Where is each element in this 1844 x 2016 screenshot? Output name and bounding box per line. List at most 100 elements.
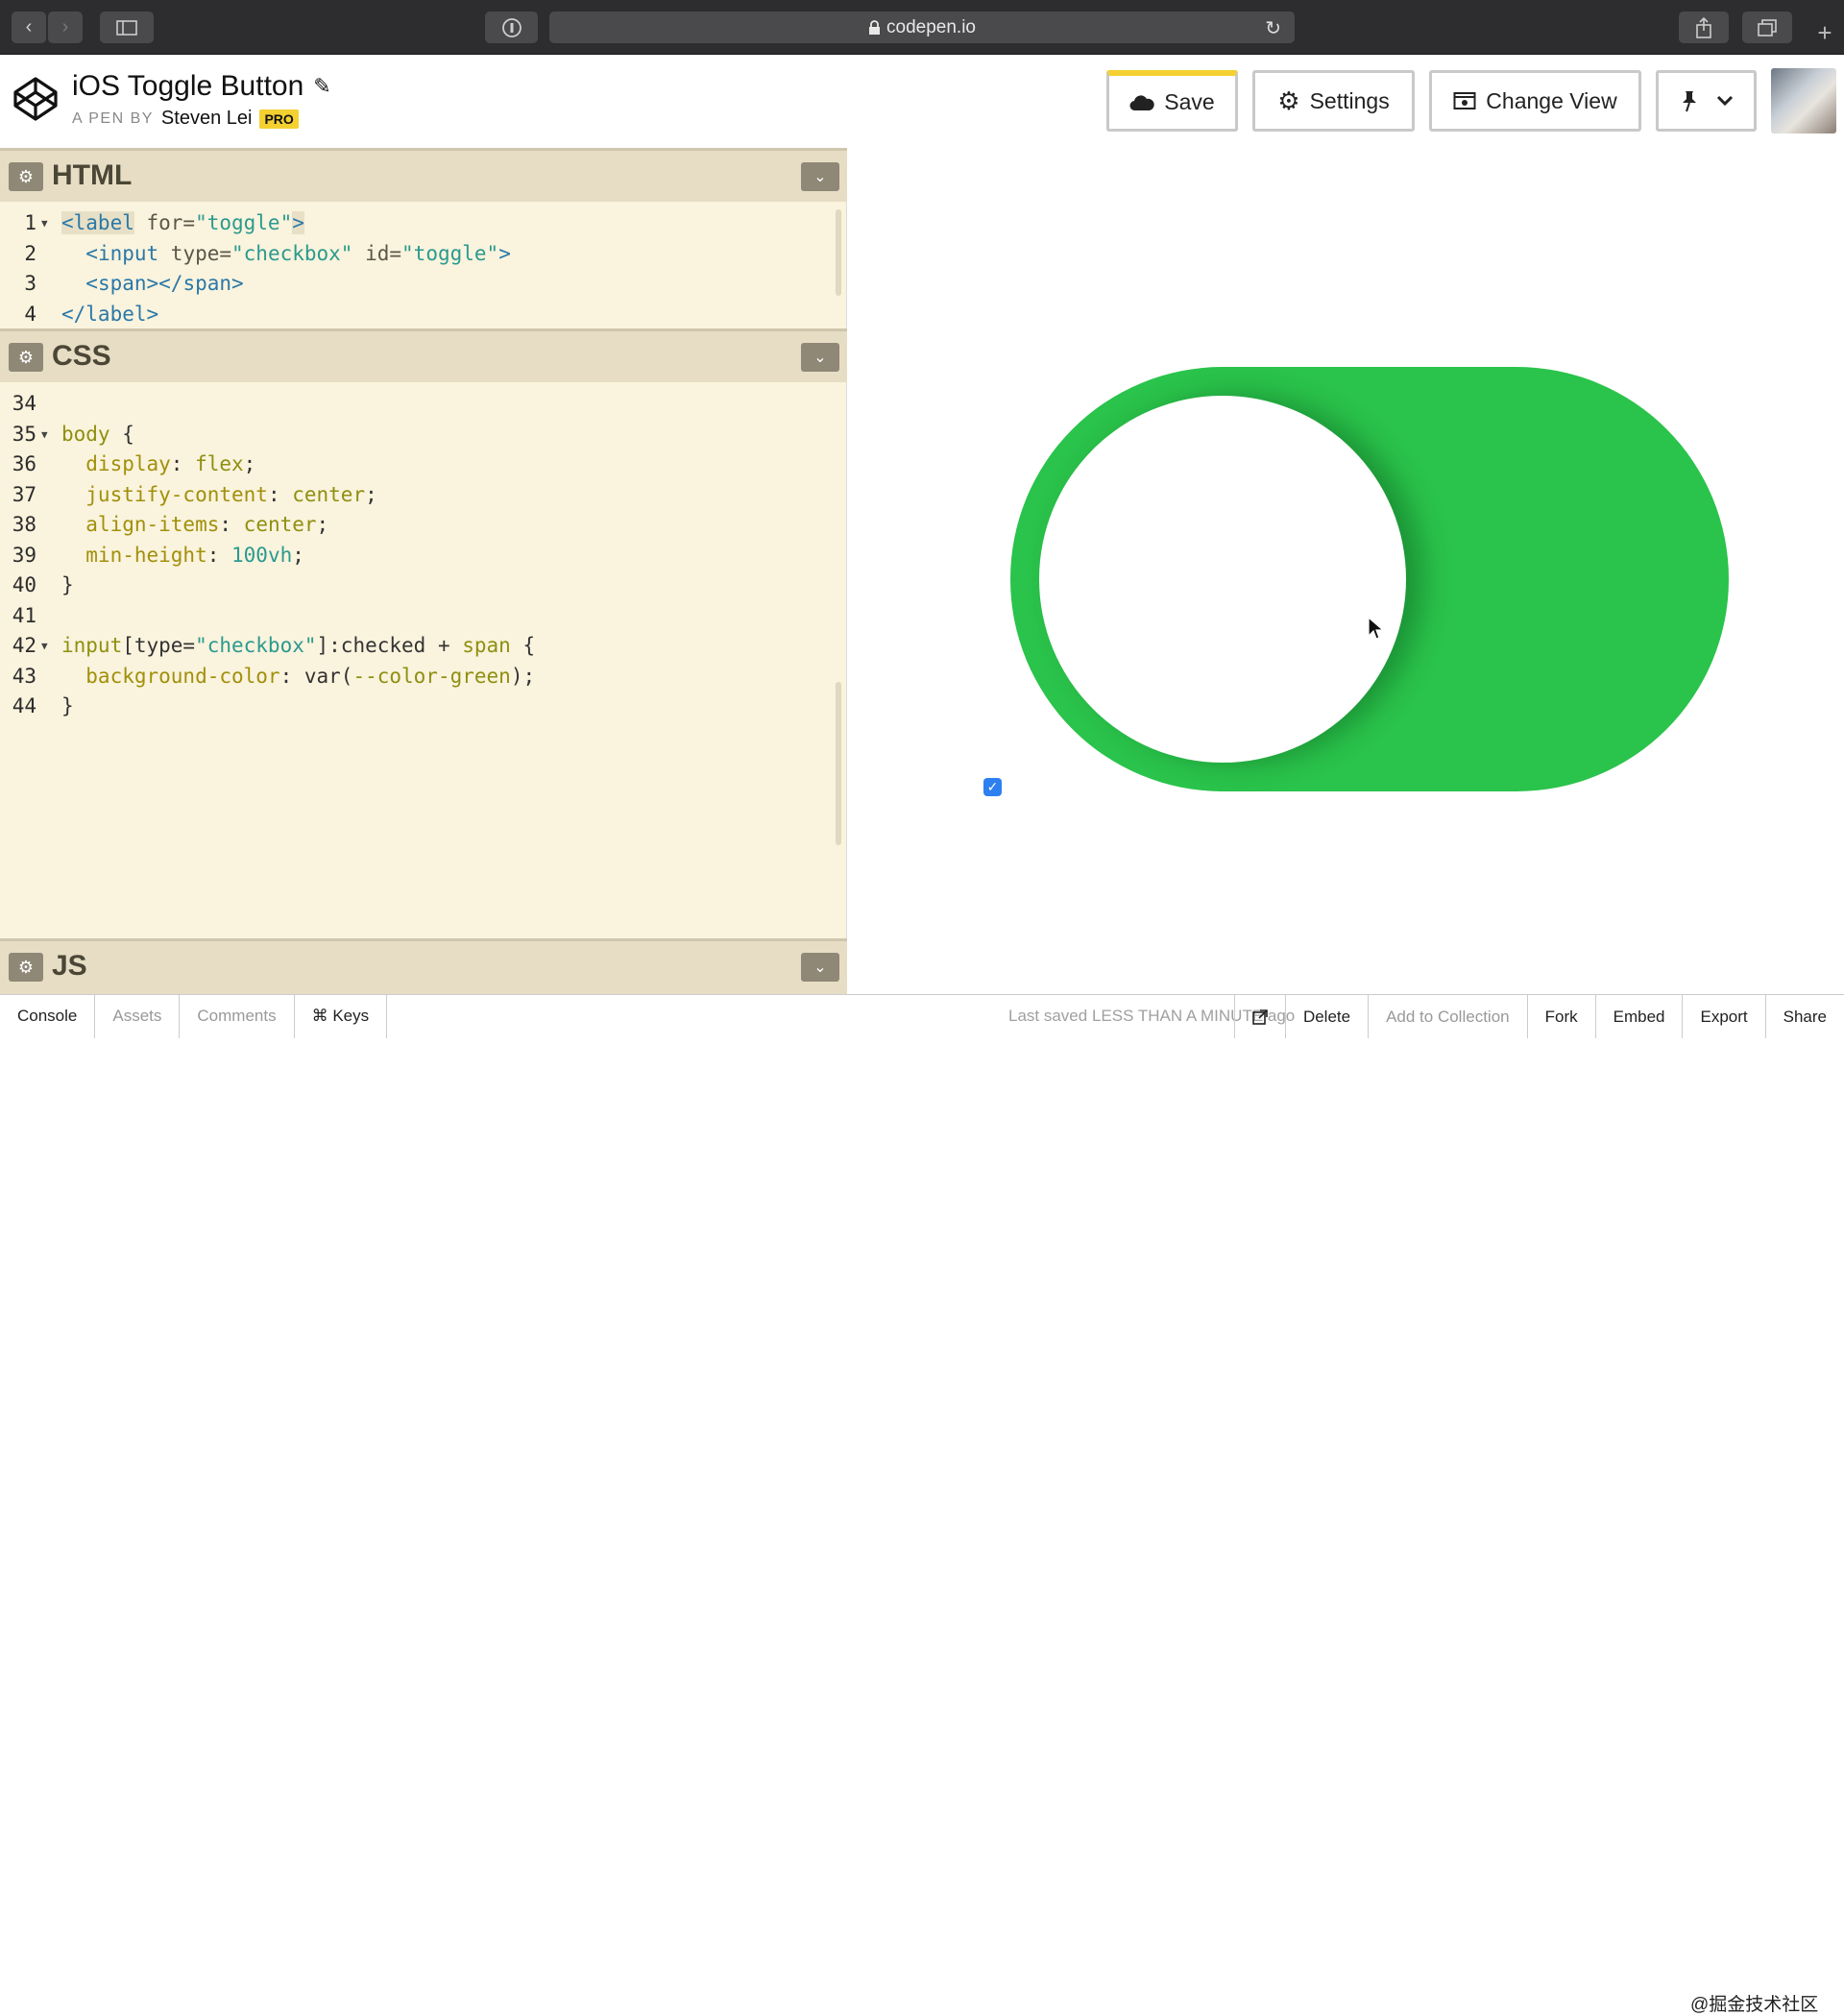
line-number: 1	[24, 211, 36, 234]
editor-panel: ⚙ HTML ⌄ 1 ▼ <label for="toggle"> 2 <input …	[0, 148, 847, 994]
export-button[interactable]: Export	[1682, 995, 1764, 1038]
line-number: 3	[24, 272, 36, 295]
share-button[interactable]: Share	[1764, 995, 1844, 1038]
css-code-line[interactable]: 37 justify-content: center;	[0, 480, 847, 511]
line-number: 41	[12, 603, 36, 627]
author-link[interactable]: Steven Lei	[161, 108, 253, 130]
change-view-label: Change View	[1486, 87, 1617, 113]
console-button[interactable]: Console	[0, 994, 96, 1038]
css-code-line[interactable]: 42 ▼ input[type="checkbox"]:checked + span…	[0, 631, 847, 662]
line-number: 44	[12, 694, 36, 717]
pro-badge: PRO	[259, 109, 299, 129]
forward-button[interactable]: ›	[48, 12, 83, 43]
toggle-knob[interactable]	[1039, 396, 1406, 763]
css-editor-title: CSS	[52, 340, 111, 372]
tabs-overview-button[interactable]	[1742, 12, 1792, 43]
line-number: 36	[12, 452, 36, 475]
line-number: 2	[24, 241, 36, 265]
address-bar[interactable]: codepen.io ↻	[549, 12, 1295, 43]
line-number: 39	[12, 543, 36, 567]
html-code-line[interactable]: 1 ▼ <label for="toggle">	[0, 208, 847, 239]
watermark-text: @掘金技术社区	[1690, 1995, 1819, 2015]
pen-title: iOS Toggle Button ✎	[72, 70, 331, 103]
html-code-line[interactable]: 2 <input type="checkbox" id="toggle">	[0, 239, 847, 270]
gear-icon: ⚙	[1277, 85, 1300, 115]
fold-arrow-icon[interactable]: ▼	[41, 208, 48, 239]
reload-icon[interactable]: ↻	[1265, 16, 1281, 40]
footer-bar: Console Assets Comments ⌘ Keys Last save…	[0, 994, 1844, 2015]
css-code-line[interactable]: 35 ▼ body {	[0, 420, 847, 450]
html-code-line[interactable]: 4 </label>	[0, 300, 847, 330]
view-icon	[1453, 92, 1476, 109]
delete-button[interactable]: Delete	[1284, 995, 1368, 1038]
css-code-line[interactable]: 40}	[0, 571, 847, 601]
js-settings-gear-icon[interactable]: ⚙	[9, 953, 43, 982]
toggle-checkbox[interactable]: ✓	[983, 778, 1002, 796]
settings-button[interactable]: ⚙ Settings	[1252, 70, 1415, 132]
css-code-line[interactable]: 41	[0, 601, 847, 632]
password-manager-button[interactable]	[485, 12, 538, 43]
footer-actions: Delete Add to Collection Fork Embed Expo…	[1233, 995, 1844, 1038]
pin-menu-button[interactable]	[1656, 70, 1757, 132]
open-external-button[interactable]	[1233, 995, 1285, 1038]
js-collapse-chevron-icon[interactable]: ⌄	[801, 953, 839, 982]
assets-button[interactable]: Assets	[95, 994, 181, 1038]
pen-header: iOS Toggle Button ✎ A PEN BY Steven Lei …	[0, 55, 1844, 148]
code-text: align-items: center;	[61, 513, 329, 536]
css-code-line[interactable]: 44}	[0, 692, 847, 722]
css-editor-header: ⚙ CSS ⌄	[0, 328, 847, 382]
fork-button[interactable]: Fork	[1526, 995, 1595, 1038]
pin-icon	[1682, 91, 1696, 112]
settings-label: Settings	[1309, 87, 1390, 113]
html-scrollbar[interactable]	[836, 209, 841, 296]
html-code-line[interactable]: 3 <span></span>	[0, 269, 847, 300]
css-code-line[interactable]: 39 min-height: 100vh;	[0, 541, 847, 571]
css-code-line[interactable]: 36 display: flex;	[0, 449, 847, 480]
code-text: justify-content: center;	[61, 482, 377, 506]
codepen-logo-icon[interactable]	[12, 76, 59, 122]
fold-arrow-icon[interactable]: ▼	[41, 420, 48, 450]
css-collapse-chevron-icon[interactable]: ⌄	[801, 343, 839, 372]
html-code-area[interactable]: 1 ▼ <label for="toggle"> 2 <input type="che…	[0, 208, 847, 326]
share-browser-button[interactable]	[1679, 12, 1729, 43]
preview-pane: ✓	[868, 148, 1844, 994]
new-tab-button[interactable]: +	[1813, 20, 1836, 45]
html-editor-title: HTML	[52, 159, 133, 191]
keys-button[interactable]: ⌘ Keys	[295, 994, 388, 1038]
css-code-line[interactable]: 43 background-color: var(--color-green);	[0, 662, 847, 692]
pen-title-text: iOS Toggle Button	[72, 70, 304, 102]
line-number: 43	[12, 664, 36, 688]
html-collapse-chevron-icon[interactable]: ⌄	[801, 162, 839, 191]
lock-icon	[869, 19, 881, 35]
back-button[interactable]: ‹	[12, 12, 46, 43]
code-text: }	[61, 573, 74, 596]
user-avatar[interactable]	[1771, 68, 1836, 134]
line-number: 40	[12, 573, 36, 596]
line-number: 38	[12, 513, 36, 536]
code-text: <label for="toggle">	[61, 211, 304, 234]
mouse-cursor-icon	[1368, 617, 1385, 640]
css-code-line[interactable]: 34	[0, 389, 847, 420]
code-text: <span></span>	[85, 272, 244, 295]
save-button[interactable]: Save	[1106, 70, 1238, 132]
pen-by-label: A PEN BY	[72, 109, 154, 127]
embed-button[interactable]: Embed	[1594, 995, 1683, 1038]
tabs-icon	[1758, 18, 1777, 36]
cloud-icon	[1129, 94, 1154, 110]
pencil-icon[interactable]: ✎	[313, 74, 330, 99]
css-scrollbar[interactable]	[836, 682, 841, 845]
change-view-button[interactable]: Change View	[1429, 70, 1641, 132]
add-to-collection-button[interactable]: Add to Collection	[1368, 995, 1527, 1038]
share-icon	[1696, 16, 1711, 38]
html-settings-gear-icon[interactable]: ⚙	[9, 162, 43, 191]
fold-arrow-icon[interactable]: ▼	[41, 631, 48, 662]
css-code-line[interactable]: 38 align-items: center;	[0, 510, 847, 541]
code-text: min-height: 100vh;	[61, 543, 304, 567]
sidebar-icon	[116, 19, 137, 36]
code-text: display: flex;	[61, 452, 256, 475]
sidebar-button[interactable]	[100, 12, 154, 43]
css-settings-gear-icon[interactable]: ⚙	[9, 343, 43, 372]
css-code-area[interactable]: 34 35 ▼ body {36 display: flex; 37 justify-c…	[0, 389, 847, 773]
code-text: input[type="checkbox"]:checked + span {	[61, 634, 536, 657]
comments-button[interactable]: Comments	[180, 994, 295, 1038]
